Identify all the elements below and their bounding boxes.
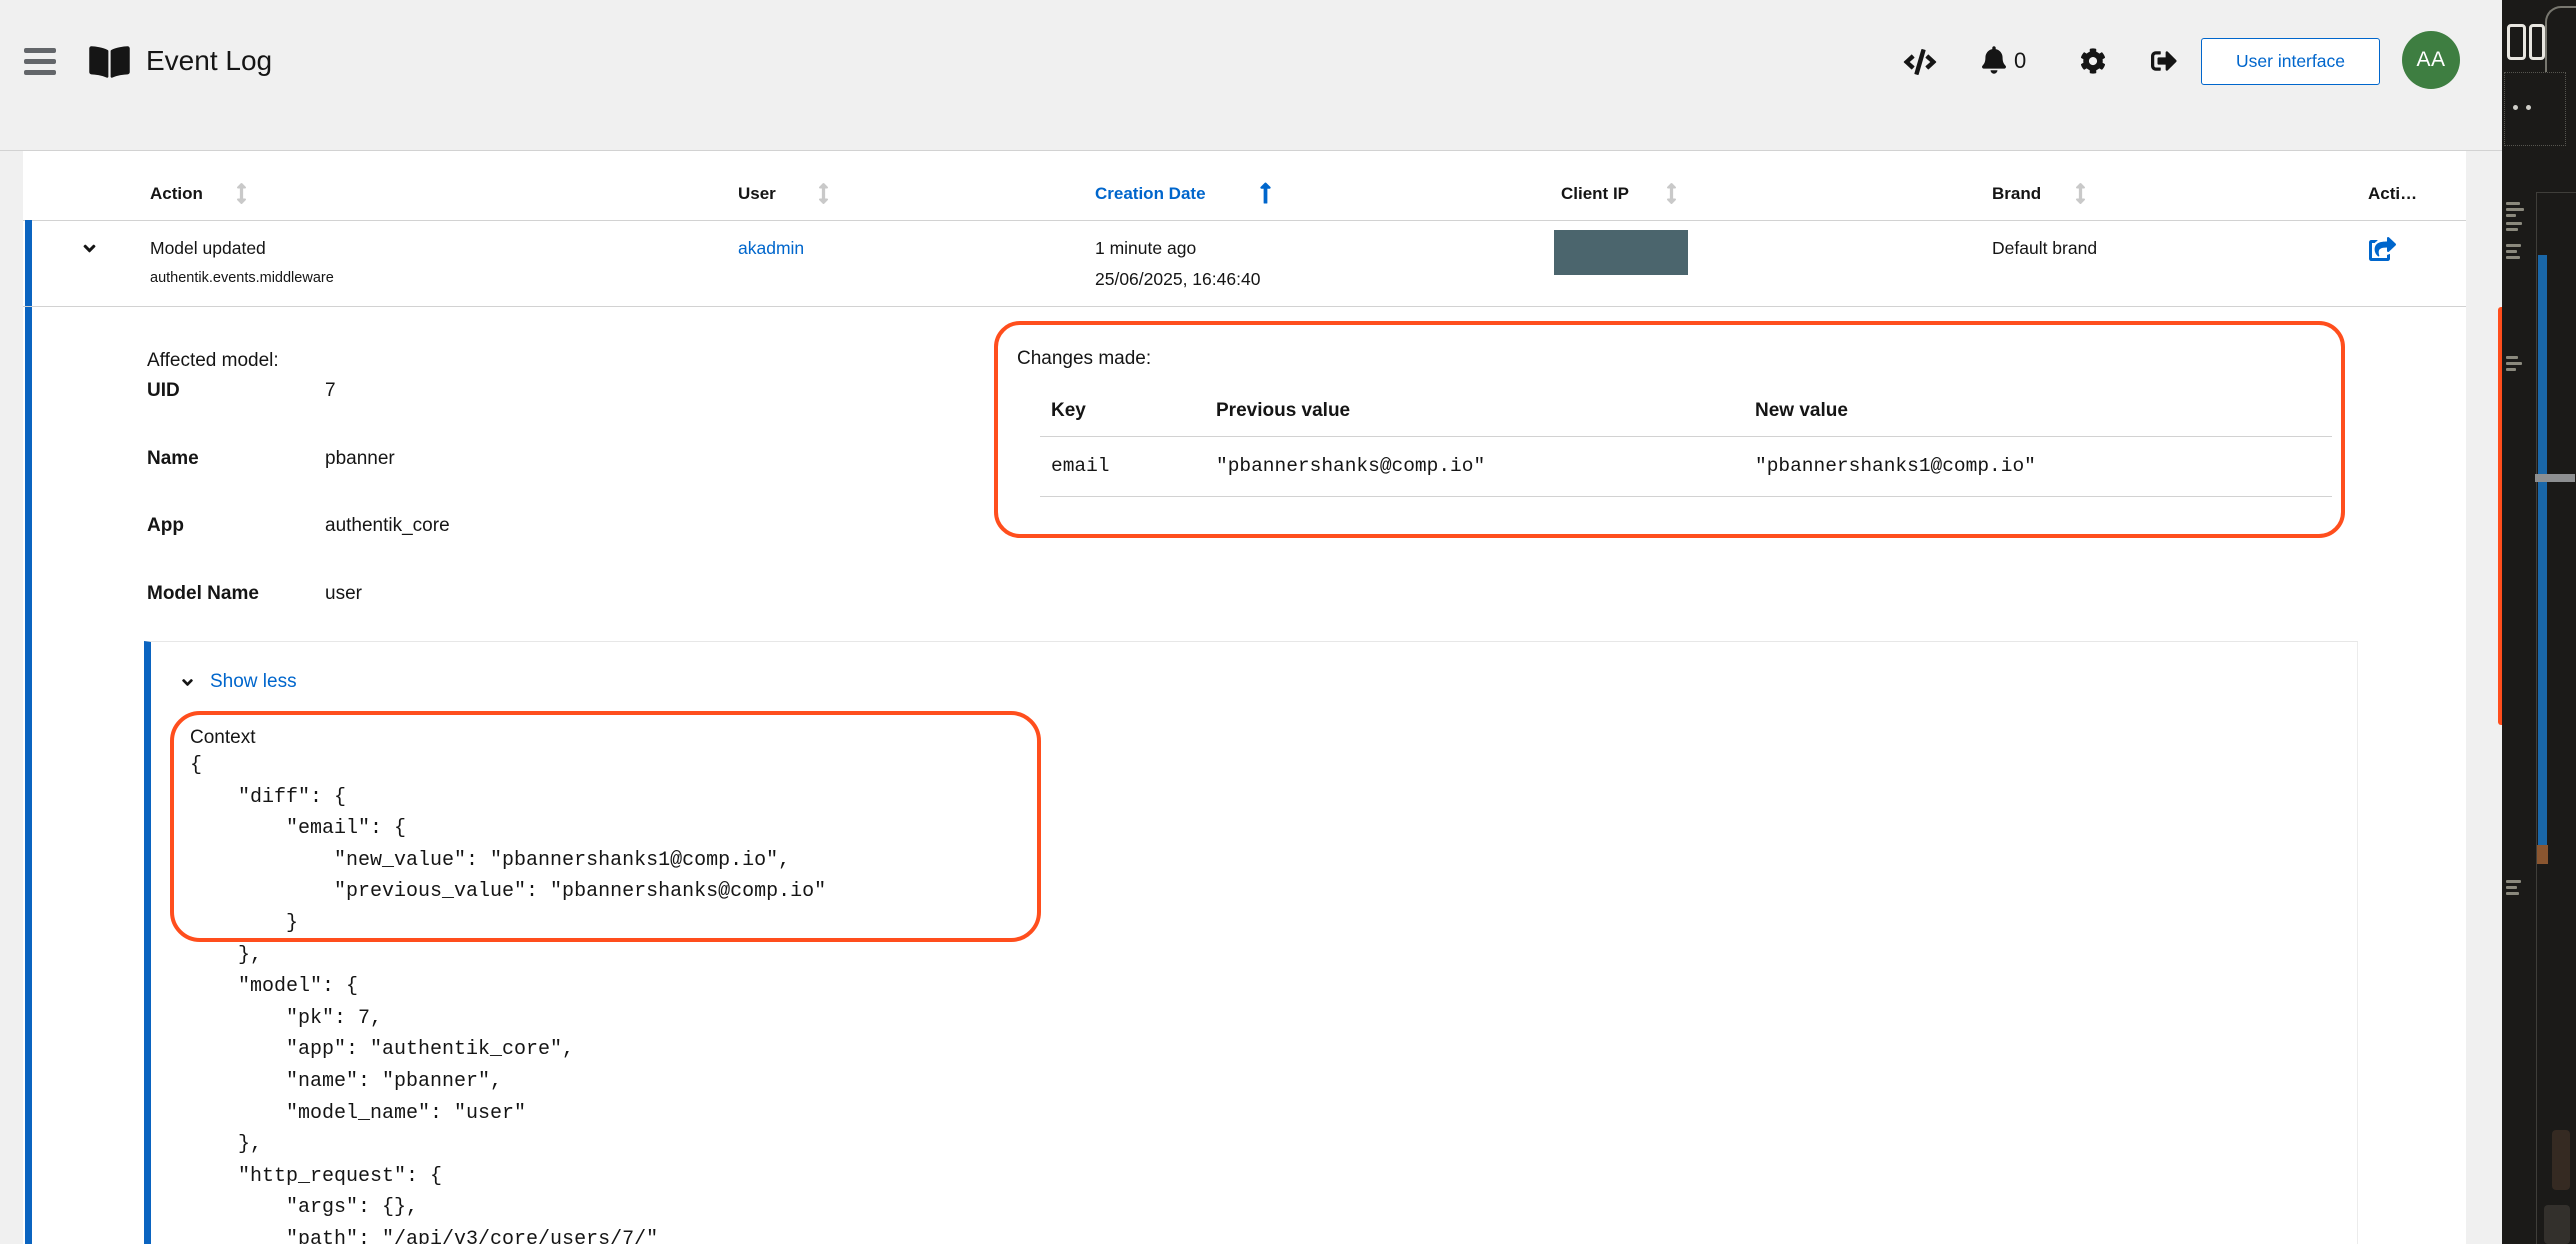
sort-icon[interactable] — [818, 183, 829, 204]
ellipsis-dot — [2513, 105, 2518, 110]
detail-field-value: user — [325, 583, 362, 605]
column-header-client-ip[interactable]: Client IP — [1561, 184, 1629, 204]
show-less-toggle[interactable]: Show less — [179, 671, 297, 693]
minimap-blue-bar — [2538, 255, 2547, 845]
changes-table-divider — [1040, 436, 2332, 437]
show-less-label: Show less — [210, 671, 297, 693]
minimap-scroll-handle — [2535, 474, 2575, 482]
texture-blob — [2544, 1205, 2570, 1244]
changes-col-previous: Previous value — [1216, 400, 1350, 422]
row-expander-button[interactable] — [80, 239, 99, 258]
client-ip-redaction-box — [1554, 230, 1688, 275]
user-interface-button[interactable]: User interface — [2201, 38, 2380, 85]
chevron-down-icon — [80, 239, 99, 258]
sidebar-toggle-button[interactable] — [24, 46, 56, 76]
texture-blob — [2552, 1130, 2570, 1190]
detail-field-value: authentik_core — [325, 515, 450, 537]
share-square-icon — [2369, 236, 2396, 262]
sort-ascending-icon[interactable] — [1259, 181, 1272, 205]
table-header-divider — [23, 220, 2466, 221]
event-time-relative: 1 minute ago — [1095, 238, 1196, 258]
event-time-absolute: 25/06/2025, 16:46:40 — [1095, 269, 1260, 289]
code-icon — [1901, 49, 1939, 75]
row-divider — [23, 306, 2466, 307]
changes-row-previous: "pbannershanks@comp.io" — [1216, 455, 1485, 477]
event-source: authentik.events.middleware — [150, 270, 334, 287]
column-header-brand[interactable]: Brand — [1992, 184, 2041, 204]
ellipsis-dot — [2526, 105, 2531, 110]
page-title: Event Log — [146, 45, 272, 77]
column-header-user[interactable]: User — [738, 184, 776, 204]
sort-icon[interactable] — [236, 183, 247, 204]
context-label: Context — [190, 727, 255, 749]
notification-count: 0 — [2014, 48, 2026, 73]
bell-icon — [1982, 46, 2006, 74]
event-user-link[interactable]: akadmin — [738, 238, 804, 258]
detail-field-label: App — [147, 515, 184, 537]
sort-icon[interactable] — [2075, 183, 2086, 204]
affected-model-label: Affected model: — [147, 350, 279, 372]
changes-row-new: "pbannershanks1@comp.io" — [1755, 455, 2036, 477]
avatar[interactable]: AA — [2402, 31, 2460, 89]
logout-button[interactable] — [2151, 48, 2177, 74]
event-brand: Default brand — [1992, 238, 2097, 258]
event-action: Model updated — [150, 238, 266, 258]
settings-button[interactable] — [2080, 48, 2106, 74]
detail-field-value: 7 — [325, 380, 336, 402]
detail-field-label: Name — [147, 448, 199, 470]
expanded-row-accent-border — [25, 220, 32, 1244]
topbar — [0, 0, 2576, 151]
column-header-creation-date[interactable]: Creation Date — [1095, 184, 1206, 204]
sort-icon[interactable] — [1666, 183, 1677, 204]
app-logo-book-icon — [88, 44, 131, 80]
changes-col-new: New value — [1755, 400, 1848, 422]
detail-field-label: Model Name — [147, 583, 259, 605]
chevron-down-icon — [179, 674, 196, 691]
column-header-action[interactable]: Action — [150, 184, 203, 204]
window-corner-outline — [2545, 6, 2576, 72]
gear-icon — [2080, 48, 2106, 74]
sign-out-icon — [2151, 48, 2177, 74]
event-log-page: Event Log 0 User interface AA Action Use… — [0, 0, 2576, 1244]
split-view-icon — [2507, 24, 2545, 60]
detail-field-value: pbanner — [325, 448, 395, 470]
detail-field-label: UID — [147, 380, 180, 402]
changes-row-key: email — [1051, 455, 1110, 477]
api-browser-button[interactable] — [1901, 49, 1939, 75]
context-json-code: { "diff": { "email": { "new_value": "pba… — [190, 750, 826, 1244]
notifications-button[interactable] — [1982, 46, 2006, 74]
changes-made-label: Changes made: — [1017, 348, 1151, 370]
changes-col-key: Key — [1051, 400, 1086, 422]
changes-table-divider — [1040, 496, 2332, 497]
column-header-actions: Acti… — [2368, 184, 2417, 204]
open-event-button[interactable] — [2369, 236, 2396, 262]
side-app-window[interactable] — [2502, 0, 2576, 1244]
minimap-brown-tip — [2537, 845, 2548, 864]
